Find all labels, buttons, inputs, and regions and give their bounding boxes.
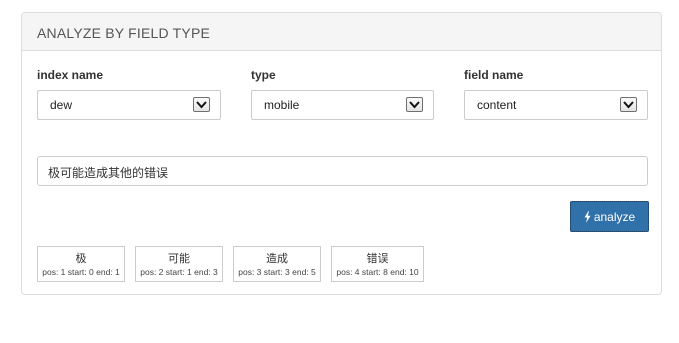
token-text: 极 (75, 253, 87, 265)
field-name-select[interactable]: content (464, 90, 648, 120)
chevron-down-icon[interactable] (193, 97, 210, 112)
analyze-button[interactable]: analyze (570, 201, 649, 232)
token-card: 可能 pos: 2 start: 1 end: 3 (135, 246, 223, 282)
token-text: 错误 (366, 253, 389, 265)
chevron-down-icon[interactable] (620, 97, 637, 112)
token-card: 造成 pos: 3 start: 3 end: 5 (233, 246, 321, 282)
panel-title: ANALYZE BY FIELD TYPE (22, 13, 661, 51)
token-card: 极 pos: 1 start: 0 end: 1 (37, 246, 125, 282)
type-select[interactable]: mobile (251, 90, 434, 120)
analyze-text-input[interactable]: 极可能造成其他的错误 (37, 156, 648, 186)
chevron-down-icon[interactable] (406, 97, 423, 112)
token-position: pos: 4 start: 8 end: 10 (336, 267, 419, 277)
token-card: 错误 pos: 4 start: 8 end: 10 (331, 246, 424, 282)
field-name-label: field name (464, 68, 524, 82)
type-label: type (251, 68, 276, 82)
index-name-label: index name (37, 68, 104, 82)
token-position: pos: 2 start: 1 end: 3 (140, 267, 218, 277)
index-name-select[interactable]: dew (37, 90, 221, 120)
token-text: 造成 (266, 253, 288, 265)
token-position: pos: 3 start: 3 end: 5 (238, 267, 316, 277)
bolt-icon (584, 211, 591, 226)
analyze-button-label: analyze (593, 210, 636, 224)
field-name-value: content (477, 98, 517, 112)
token-position: pos: 1 start: 0 end: 1 (42, 267, 120, 277)
analyze-panel: ANALYZE BY FIELD TYPE index name dew typ… (21, 12, 662, 295)
index-name-value: dew (50, 98, 73, 112)
token-text: 可能 (168, 253, 190, 265)
type-value: mobile (264, 98, 300, 112)
